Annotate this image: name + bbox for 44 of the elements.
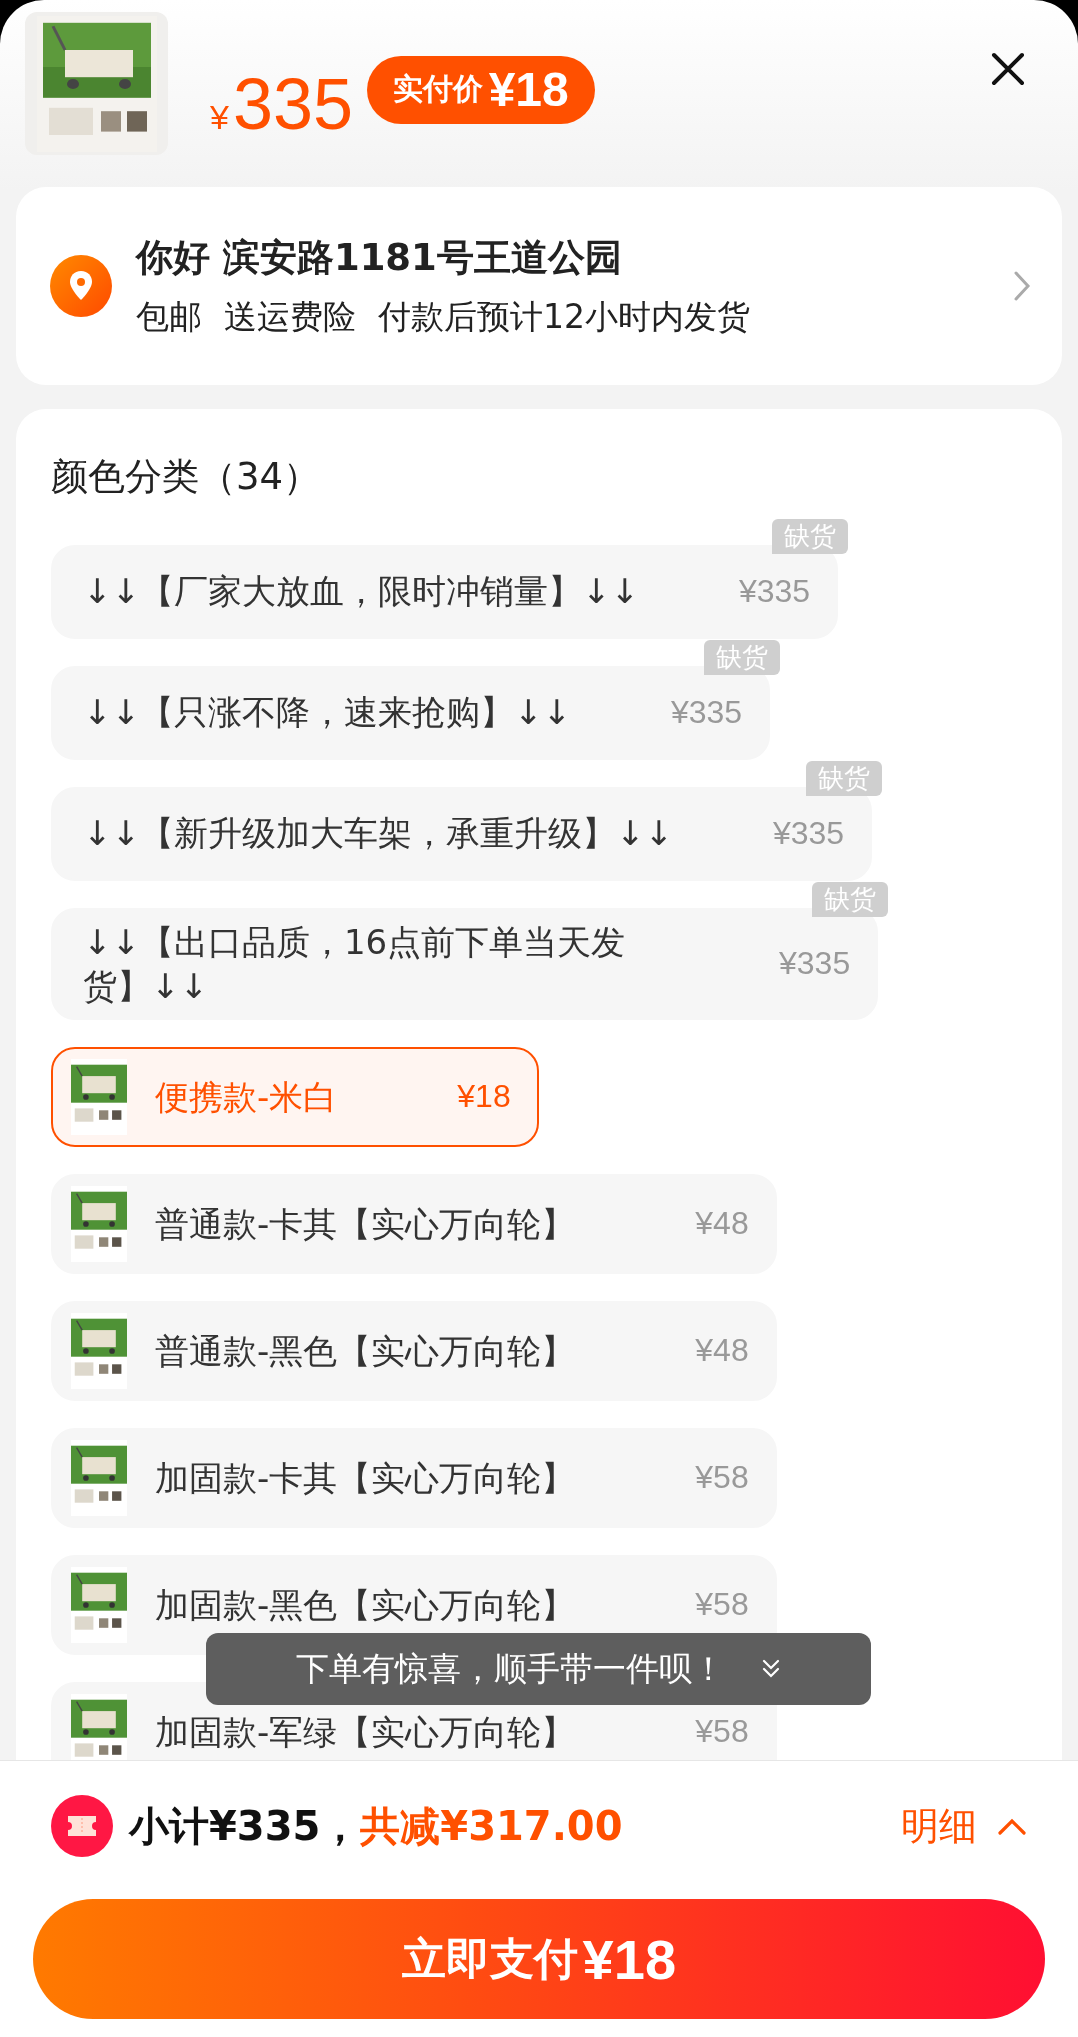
option-label: ↓↓【出口品质，16点前下单当天发货】↓↓ [83, 920, 627, 1008]
option-item[interactable]: ↓↓【新升级加大车架，承重升级】↓↓ ¥335 [51, 786, 873, 881]
option-item[interactable]: 普通款-黑色【实心万向轮】 ¥48 [51, 1300, 777, 1401]
option-item[interactable]: ↓↓【出口品质，16点前下单当天发货】↓↓ ¥335 [51, 907, 879, 1020]
option-label: 加固款-军绿【实心万向轮】 [155, 1710, 576, 1754]
option-item[interactable]: ↓↓【只涨不降，速来抢购】↓↓ ¥335 [51, 665, 771, 760]
option-item[interactable]: 加固款-卡其【实心万向轮】 ¥58 [51, 1427, 777, 1528]
caret-up-icon [997, 1816, 1027, 1836]
option-label: 便携款-米白 [155, 1075, 338, 1119]
paid-price-badge: 实付价¥18 [367, 55, 595, 124]
option-price: ¥48 [694, 1332, 749, 1370]
product-price: ¥335 [210, 67, 354, 140]
option-price: ¥335 [737, 573, 811, 610]
option-heading: 颜色分类（34） [51, 454, 322, 500]
delivery-note: 送运费险 [224, 295, 356, 338]
address-title: 你好 滨安路1181号王道公园 [136, 235, 623, 281]
location-pin-icon [50, 255, 112, 317]
discount-text: 共减¥317.00 [360, 1801, 623, 1851]
option-label: ↓↓【只涨不降，速来抢购】↓↓ [83, 691, 571, 735]
option-price: ¥58 [694, 1586, 749, 1624]
option-price: ¥18 [456, 1078, 511, 1116]
option-price: ¥335 [771, 815, 845, 852]
option-price: ¥335 [669, 694, 743, 731]
option-price: ¥48 [694, 1205, 749, 1243]
pay-button[interactable]: 立即支付¥18 [33, 1899, 1045, 2019]
option-label: ↓↓【新升级加大车架，承重升级】↓↓ [83, 812, 673, 856]
chevron-right-icon [1012, 269, 1032, 303]
option-label: 加固款-黑色【实心万向轮】 [155, 1583, 576, 1627]
option-item[interactable]: ↓↓【厂家大放血，限时冲销量】↓↓ ¥335 [51, 544, 839, 639]
option-label: ↓↓【厂家大放血，限时冲销量】↓↓ [83, 570, 639, 614]
option-label: 普通款-黑色【实心万向轮】 [155, 1329, 576, 1373]
option-price: ¥58 [694, 1713, 749, 1751]
option-label: 普通款-卡其【实心万向轮】 [155, 1202, 576, 1246]
address-card[interactable]: 你好 滨安路1181号王道公园 包邮 送运费险 付款后预计12小时内发货 [16, 187, 1062, 385]
subtotal-text: 小计¥335， [129, 1801, 361, 1851]
delivery-note: 包邮 [136, 295, 202, 338]
option-price: ¥58 [694, 1459, 749, 1497]
promo-toast[interactable]: 下单有惊喜，顺手带一件呗！ [206, 1633, 871, 1705]
option-price: ¥335 [778, 945, 851, 983]
option-item[interactable]: 普通款-卡其【实心万向轮】 ¥48 [51, 1173, 777, 1274]
option-label: 加固款-卡其【实心万向轮】 [155, 1456, 576, 1500]
coupon-icon [51, 1795, 113, 1857]
double-chevron-down-icon [761, 1658, 781, 1680]
delivery-note: 付款后预计12小时内发货 [378, 295, 750, 338]
